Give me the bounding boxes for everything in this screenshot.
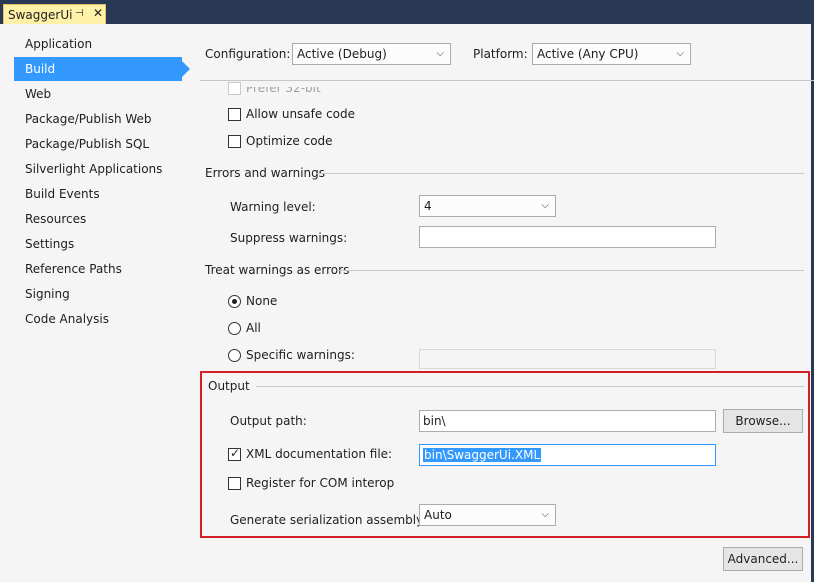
xml-documentation-input[interactable]: bin\SwaggerUi.XML — [419, 444, 716, 466]
chevron-down-icon: ⌵ — [541, 509, 549, 520]
radio-specific-warnings-label: Specific warnings: — [246, 348, 355, 362]
chevron-down-icon: ⌵ — [676, 48, 684, 59]
sidebar-item-resources[interactable]: Resources — [14, 207, 182, 231]
output-section-header: Output — [208, 379, 250, 393]
serialization-label: Generate serialization assembly: — [230, 513, 427, 527]
serialization-value: Auto — [424, 508, 452, 522]
errors-section-header: Errors and warnings — [205, 166, 326, 180]
configuration-label: Configuration: — [205, 47, 291, 61]
output-path-input[interactable]: bin\ — [419, 410, 716, 432]
advanced-button[interactable]: Advanced... — [723, 547, 803, 571]
allow-unsafe-checkbox[interactable] — [228, 108, 241, 121]
radio-all[interactable] — [228, 322, 241, 335]
suppress-warnings-label: Suppress warnings: — [230, 231, 348, 245]
xml-documentation-checkbox[interactable]: ✓ — [228, 446, 241, 461]
platform-dropdown[interactable]: Active (Any CPU) ⌵ — [532, 43, 691, 65]
output-section-rule — [256, 386, 804, 387]
sidebar-item-silverlight-applications[interactable]: Silverlight Applications — [14, 157, 182, 181]
sidebar-item-package-publish-sql[interactable]: Package/Publish SQL — [14, 132, 182, 156]
sidebar-item-signing[interactable]: Signing — [14, 282, 182, 306]
warning-level-value: 4 — [424, 199, 432, 213]
radio-none[interactable] — [228, 295, 241, 308]
sidebar-item-build-events[interactable]: Build Events — [14, 182, 182, 206]
errors-section-rule — [317, 173, 804, 174]
allow-unsafe-label: Allow unsafe code — [246, 107, 356, 121]
sidebar-item-web[interactable]: Web — [14, 82, 182, 106]
warning-level-dropdown[interactable]: 4 ⌵ — [419, 195, 556, 217]
register-com-label: Register for COM interop — [246, 476, 395, 490]
specific-warnings-input — [419, 349, 716, 369]
sidebar-item-label: Build — [25, 62, 56, 76]
treat-warnings-section-rule — [337, 270, 804, 271]
serialization-dropdown[interactable]: Auto ⌵ — [419, 504, 556, 526]
xml-documentation-value: bin\SwaggerUi.XML — [423, 448, 542, 462]
register-com-checkbox[interactable] — [228, 477, 241, 490]
radio-all-label: All — [246, 321, 261, 335]
document-tab-strip: SwaggerUi ⊣ ✕ — [0, 0, 814, 24]
pin-icon[interactable]: ⊣ — [75, 8, 84, 19]
toolbar-divider — [200, 80, 814, 81]
xml-documentation-label: XML documentation file: — [246, 447, 393, 461]
prefer32-label: Prefer 32-bit — [246, 81, 321, 95]
radio-selected-dot — [232, 299, 237, 304]
sidebar-item-code-analysis[interactable]: Code Analysis — [14, 307, 182, 331]
document-tab-title: SwaggerUi — [8, 7, 73, 22]
close-icon[interactable]: ✕ — [93, 6, 103, 20]
optimize-label: Optimize code — [246, 134, 333, 148]
chevron-down-icon: ⌵ — [436, 48, 444, 59]
prefer32-checkbox[interactable] — [228, 82, 241, 95]
radio-specific-warnings[interactable] — [228, 349, 241, 362]
sidebar-item-package-publish-web[interactable]: Package/Publish Web — [14, 107, 182, 131]
project-properties-sidebar: Application Build Web Package/Publish We… — [0, 24, 190, 582]
warning-level-label: Warning level: — [230, 200, 316, 214]
configuration-value: Active (Debug) — [297, 47, 387, 61]
platform-label: Platform: — [473, 47, 528, 61]
output-path-label: Output path: — [230, 414, 307, 428]
suppress-warnings-input[interactable] — [419, 226, 716, 248]
sidebar-item-build[interactable]: Build — [14, 57, 190, 81]
active-item-arrow — [182, 61, 190, 77]
radio-none-label: None — [246, 294, 278, 308]
sidebar-item-settings[interactable]: Settings — [14, 232, 182, 256]
sidebar-item-application[interactable]: Application — [14, 32, 182, 56]
document-tab[interactable]: SwaggerUi ⊣ ✕ — [3, 4, 106, 24]
checkmark-icon: ✓ — [230, 446, 241, 460]
chevron-down-icon: ⌵ — [541, 200, 549, 211]
platform-value: Active (Any CPU) — [537, 47, 639, 61]
optimize-checkbox[interactable] — [228, 135, 241, 148]
treat-warnings-section-header: Treat warnings as errors — [205, 263, 350, 277]
configuration-dropdown[interactable]: Active (Debug) ⌵ — [292, 43, 451, 65]
browse-button[interactable]: Browse... — [723, 409, 803, 433]
sidebar-item-reference-paths[interactable]: Reference Paths — [14, 257, 182, 281]
